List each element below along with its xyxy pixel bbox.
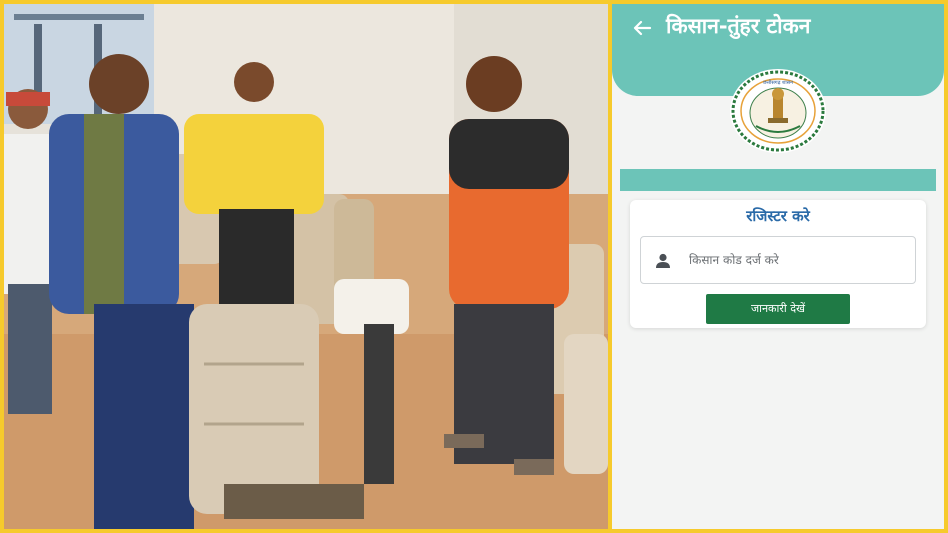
arrow-left-icon[interactable] [630,16,654,40]
news-photo [4,4,608,529]
view-info-button[interactable]: जानकारी देखें [706,294,850,324]
phone-screen: किसान-तुंहर टोकन छत्तीसगढ़ शासन रजिस्टर … [612,4,944,529]
emblem-text: छत्तीसगढ़ शासन [763,79,793,86]
app-title: किसान-तुंहर टोकन [666,14,811,38]
header-divider [620,169,936,191]
farmer-code-input[interactable]: किसान कोड दर्ज करे [640,236,916,284]
farmers-weighing-photo [4,4,608,529]
register-card: रजिस्टर करे किसान कोड दर्ज करे जानकारी द… [630,200,926,328]
farmer-code-placeholder: किसान कोड दर्ज करे [689,253,779,267]
government-emblem-icon: छत्तीसगढ़ शासन [730,69,826,153]
person-icon [656,253,670,268]
register-heading: रजिस्टर करे [746,207,810,225]
